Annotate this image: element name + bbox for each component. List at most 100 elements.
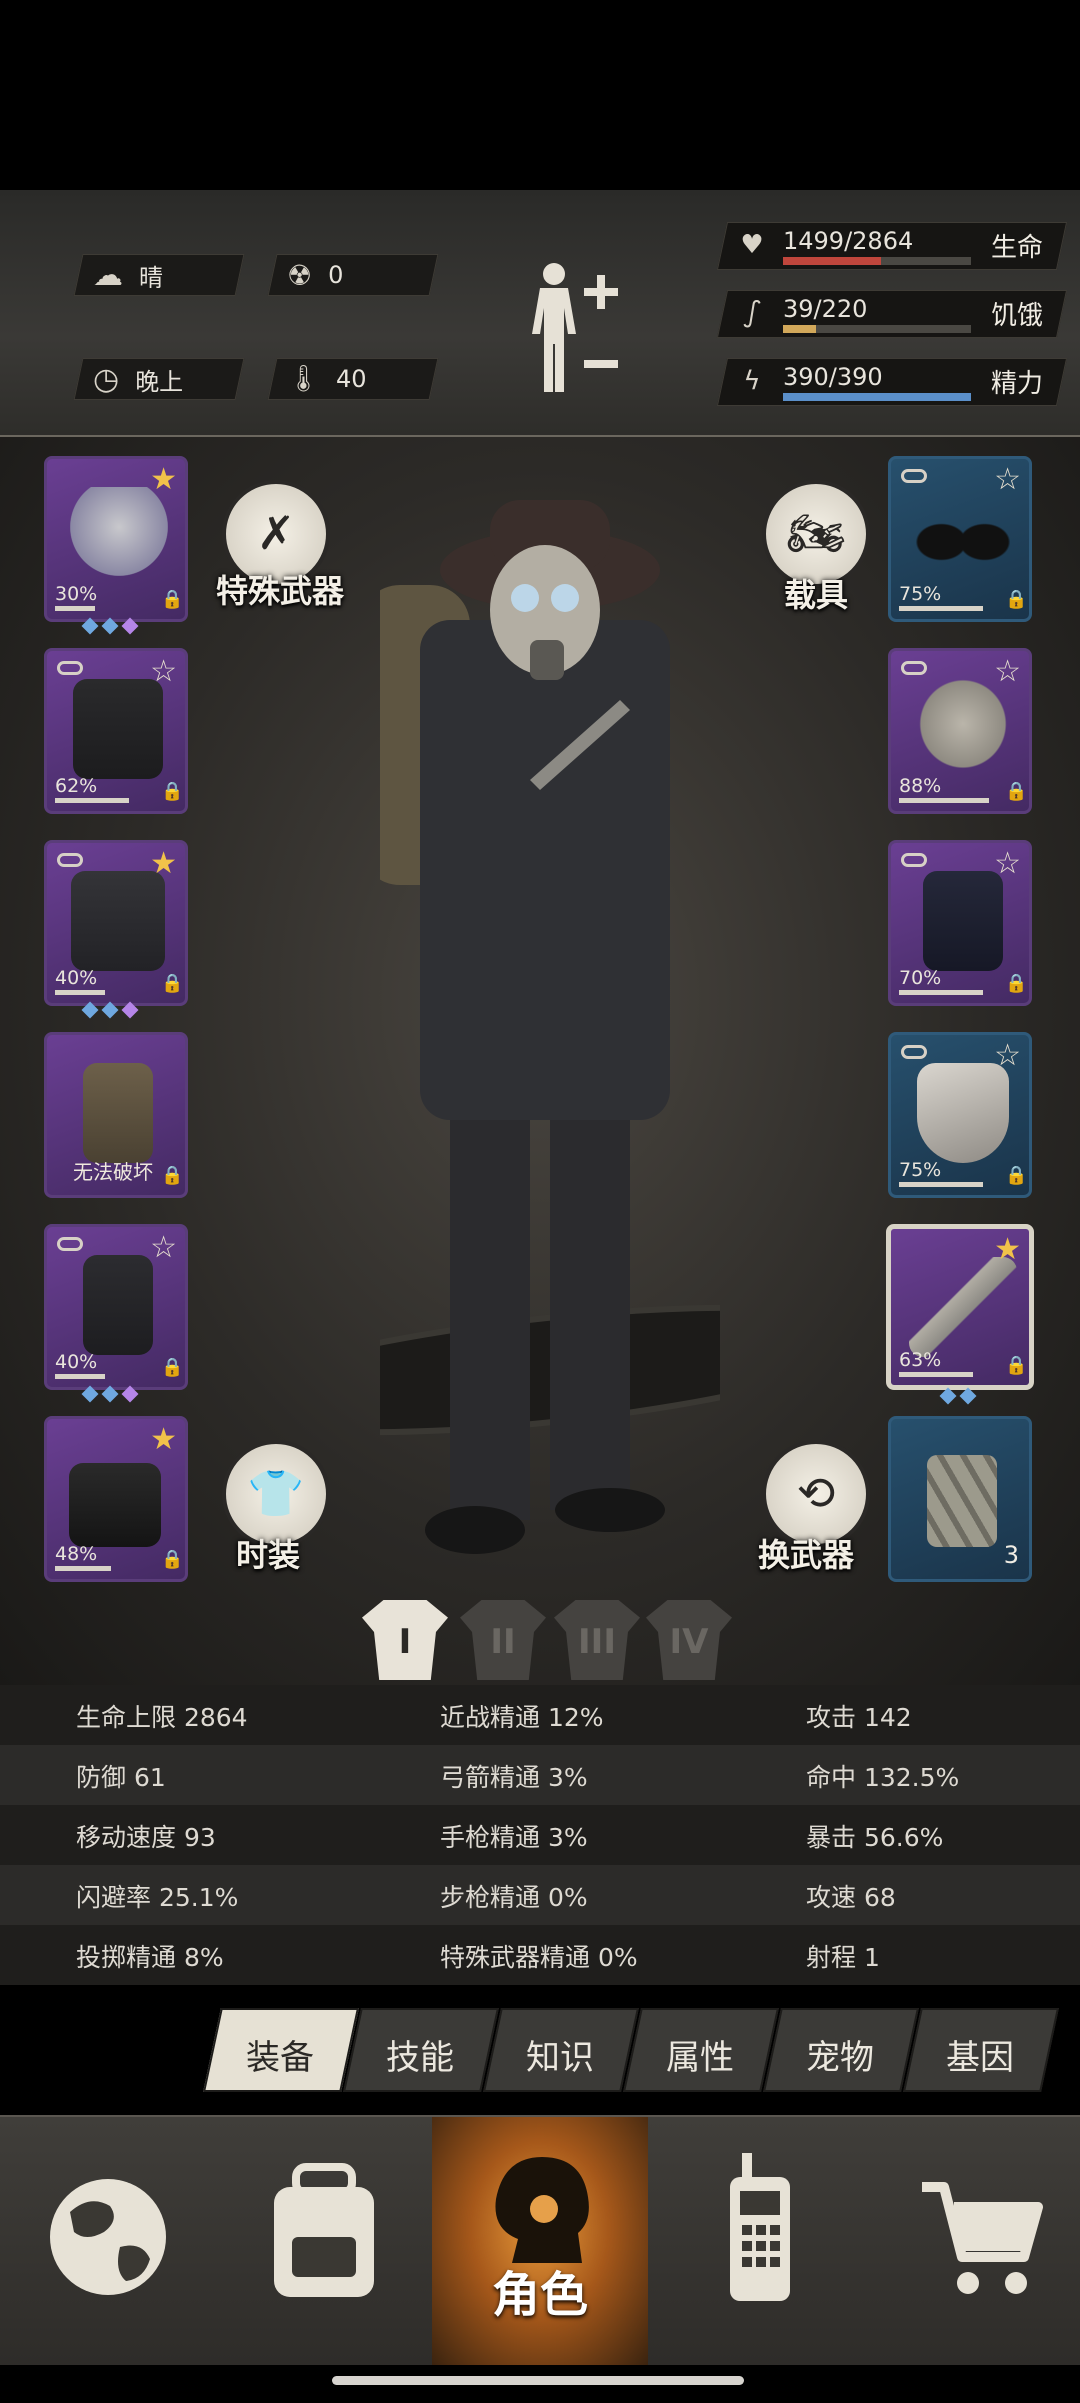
stat-cell: 移动速度 93 bbox=[76, 1823, 216, 1852]
energy-bar bbox=[783, 393, 971, 401]
tab-attributes[interactable]: 属性 bbox=[623, 2008, 779, 2092]
sweater-icon bbox=[73, 679, 163, 779]
machete-icon bbox=[909, 1257, 1017, 1357]
slot-jacket[interactable]: ★ 40% 🔒 bbox=[44, 840, 188, 1006]
stat-cell: 防御 61 bbox=[76, 1763, 166, 1792]
star-hollow-icon: ☆ bbox=[994, 654, 1021, 689]
health-bar bbox=[783, 257, 971, 265]
bandage-roll-icon bbox=[927, 1455, 997, 1547]
vehicle-label: 载具 bbox=[784, 576, 849, 614]
slot-boots[interactable]: ★ 48% 🔒 bbox=[44, 1416, 188, 1582]
fashion-label: 时装 bbox=[236, 1536, 301, 1574]
gem-icon bbox=[81, 1385, 99, 1403]
durability-bar bbox=[899, 798, 989, 803]
durability-bar bbox=[55, 1374, 105, 1379]
slot-pants[interactable]: ☆ 40% 🔒 bbox=[44, 1224, 188, 1390]
stats-row: 防御 61 弓箭精通 3% 命中 132.5% bbox=[0, 1745, 1080, 1805]
radiation-icon: ☢ bbox=[287, 258, 313, 292]
stat-cell: 弓箭精通 3% bbox=[440, 1763, 588, 1792]
jacket-gems bbox=[81, 1001, 139, 1019]
energy-value: 390/390 bbox=[783, 363, 883, 391]
slot-backpack[interactable]: 无法破坏 🔒 bbox=[44, 1032, 188, 1198]
stat-cell: 命中 132.5% bbox=[806, 1763, 960, 1792]
stat-cell: 步枪精通 0% bbox=[440, 1883, 588, 1912]
tshirt-icon: 👕 bbox=[247, 1466, 305, 1520]
slot-goggles[interactable]: ☆ 75% 🔒 bbox=[888, 456, 1032, 622]
character-figure bbox=[218, 490, 882, 1620]
nav-shop[interactable] bbox=[864, 2117, 1080, 2365]
durability-bar bbox=[55, 990, 105, 995]
lightning-icon: ϟ bbox=[743, 366, 761, 396]
temperature-value: 40 bbox=[336, 365, 367, 393]
police-helmet-icon bbox=[65, 487, 173, 587]
durability-percent: 30% bbox=[55, 583, 98, 605]
radiation-value: 0 bbox=[328, 261, 344, 289]
tab-equipment[interactable]: 装备 bbox=[203, 2008, 359, 2092]
durability-percent: 70% bbox=[899, 967, 942, 989]
lock-icon: 🔒 bbox=[1005, 973, 1028, 994]
time-label: 晚上 bbox=[135, 367, 184, 396]
durability-percent: 40% bbox=[55, 967, 98, 989]
health-label: 生命 bbox=[991, 233, 1044, 263]
gem-icon bbox=[939, 1387, 957, 1405]
hunger-bar-fill bbox=[783, 325, 817, 333]
item-count: 3 bbox=[1003, 1541, 1019, 1569]
hunger-bar bbox=[783, 325, 971, 333]
thermometer-icon: 🌡 bbox=[287, 364, 321, 394]
energy-bar-fill bbox=[783, 393, 971, 401]
tab-label: 属性 bbox=[666, 2038, 735, 2078]
tab-label: 宠物 bbox=[806, 2038, 875, 2078]
star-hollow-icon: ☆ bbox=[994, 462, 1021, 497]
slot-police-vest[interactable]: ☆ 70% 🔒 bbox=[888, 840, 1032, 1006]
link-icon bbox=[57, 1237, 83, 1251]
link-icon bbox=[901, 1045, 927, 1059]
body-status-button[interactable] bbox=[520, 256, 630, 406]
nav-backpack[interactable] bbox=[216, 2117, 432, 2365]
durability-bar bbox=[899, 990, 983, 995]
home-indicator[interactable] bbox=[332, 2376, 744, 2385]
slot-bandage[interactable]: 3 bbox=[888, 1416, 1032, 1582]
health-vital: ♥ 1499/2864 生命 bbox=[716, 222, 1068, 270]
stats-row: 生命上限 2864 近战精通 12% 攻击 142 bbox=[0, 1685, 1080, 1745]
gem-icon bbox=[101, 1001, 119, 1019]
gem-icon bbox=[959, 1387, 977, 1405]
tab-knowledge[interactable]: 知识 bbox=[483, 2008, 639, 2092]
nav-world[interactable] bbox=[0, 2117, 216, 2365]
slot-gas-mask[interactable]: ☆ 88% 🔒 bbox=[888, 648, 1032, 814]
durability-percent: 48% bbox=[55, 1543, 98, 1565]
gem-icon bbox=[121, 617, 139, 635]
slot-shield[interactable]: ☆ 75% 🔒 bbox=[888, 1032, 1032, 1198]
status-panel: ☁ 晴 ☢ 0 ◷ 晚上 🌡 40 ♥ 1499/2864 生命 ഽ 39/22… bbox=[0, 190, 1080, 437]
tab-skills[interactable]: 技能 bbox=[343, 2008, 499, 2092]
energy-vital: ϟ 390/390 精力 bbox=[716, 358, 1068, 406]
walkie-talkie-icon bbox=[730, 2153, 790, 2301]
hunger-label: 饥饿 bbox=[991, 301, 1044, 331]
durability-percent: 63% bbox=[899, 1349, 942, 1371]
durability-bar bbox=[899, 1372, 973, 1377]
gem-icon bbox=[121, 1385, 139, 1403]
stat-cell: 暴击 56.6% bbox=[806, 1823, 944, 1852]
slot-shirt[interactable]: ☆ 62% 🔒 bbox=[44, 648, 188, 814]
lock-icon: 🔒 bbox=[161, 973, 184, 994]
stat-cell: 攻速 68 bbox=[806, 1883, 896, 1912]
police-vest-icon bbox=[923, 871, 1003, 971]
tab-label: 知识 bbox=[526, 2038, 595, 2078]
weather-pill: ☁ 晴 bbox=[73, 254, 245, 296]
stat-cell: 特殊武器精通 0% bbox=[440, 1943, 638, 1972]
nav-radio[interactable] bbox=[648, 2117, 864, 2365]
nav-character[interactable]: 角色 bbox=[432, 2117, 648, 2365]
stats-row: 移动速度 93 手枪精通 3% 暴击 56.6% bbox=[0, 1805, 1080, 1865]
boots-icon bbox=[69, 1463, 161, 1547]
gem-icon bbox=[101, 617, 119, 635]
slot-machete[interactable]: ★ 63% 🔒 bbox=[886, 1224, 1034, 1390]
link-icon bbox=[57, 853, 83, 867]
lock-icon: 🔒 bbox=[161, 1549, 184, 1570]
tab-genes[interactable]: 基因 bbox=[903, 2008, 1059, 2092]
slot-helmet[interactable]: ★ 30% 🔒 bbox=[44, 456, 188, 622]
link-icon bbox=[901, 853, 927, 867]
tab-label: 基因 bbox=[946, 2038, 1015, 2078]
tab-pets[interactable]: 宠物 bbox=[763, 2008, 919, 2092]
lock-icon: 🔒 bbox=[1005, 781, 1028, 802]
link-icon bbox=[901, 469, 927, 483]
stats-row: 闪避率 25.1% 步枪精通 0% 攻速 68 bbox=[0, 1865, 1080, 1925]
